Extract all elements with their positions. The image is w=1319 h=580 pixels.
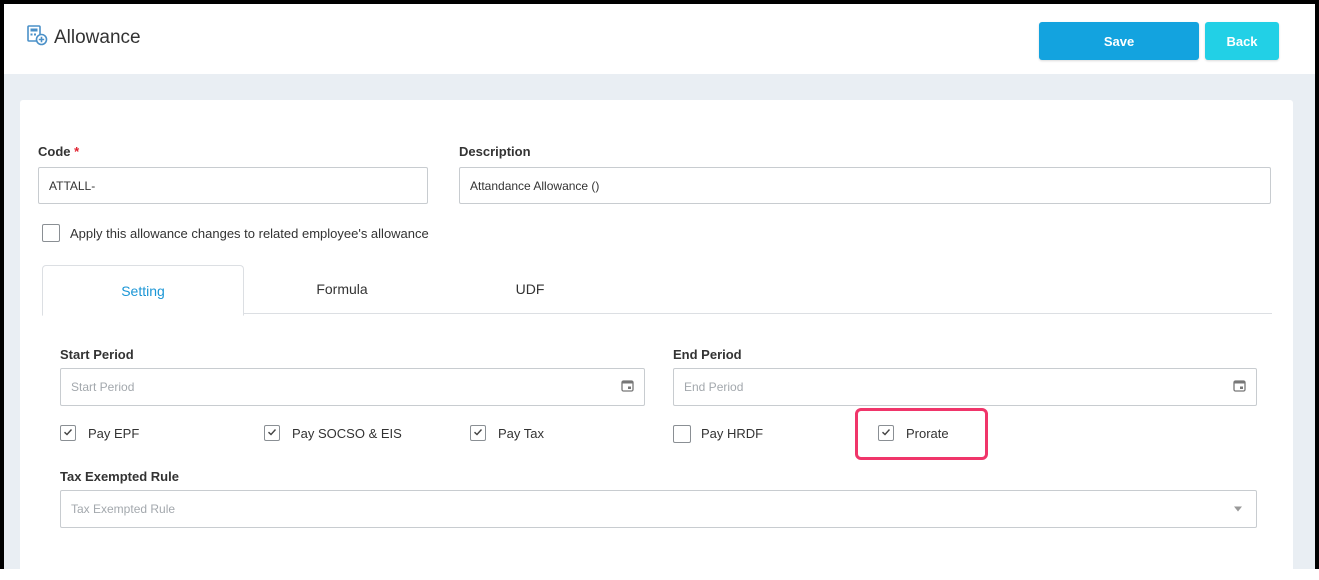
start-period-input[interactable]: Start Period [60, 368, 645, 406]
pay-socso-eis-label: Pay SOCSO & EIS [292, 426, 402, 441]
calendar-icon[interactable] [1233, 379, 1246, 395]
pay-hrdf-checkbox[interactable] [673, 425, 691, 443]
check-icon [473, 424, 483, 442]
pay-epf-label: Pay EPF [88, 426, 140, 441]
tab-formula[interactable]: Formula [282, 265, 402, 313]
tab-udf[interactable]: UDF [490, 265, 570, 313]
save-button[interactable]: Save [1039, 22, 1199, 60]
page-title: Allowance [26, 24, 141, 52]
pay-socso-eis-checkbox[interactable] [264, 425, 280, 441]
chevron-down-icon[interactable] [1234, 506, 1242, 512]
code-label-text: Code [38, 144, 71, 159]
tax-exempted-rule-select[interactable]: Tax Exempted Rule [60, 490, 1257, 528]
pay-epf-checkbox[interactable] [60, 425, 76, 441]
calendar-icon[interactable] [621, 379, 634, 395]
prorate-highlight-box [855, 408, 988, 460]
form-card: Code * ATTALL- Description Attandance Al… [20, 100, 1293, 580]
pay-hrdf-label: Pay HRDF [701, 426, 764, 441]
check-icon [267, 424, 277, 442]
tax-exempted-rule-label: Tax Exempted Rule [60, 469, 179, 484]
page-title-text: Allowance [54, 27, 141, 48]
code-input-value: ATTALL- [49, 178, 96, 193]
calculator-add-icon [26, 24, 54, 52]
end-period-placeholder: End Period [684, 380, 744, 394]
start-period-label: Start Period [60, 347, 134, 362]
apply-changes-checkbox[interactable] [42, 224, 60, 242]
pay-tax-checkbox[interactable] [470, 425, 486, 441]
pay-tax-label: Pay Tax [498, 426, 545, 441]
app-frame: Allowance Save Back Code * ATTALL- Descr… [0, 0, 1319, 580]
required-mark: * [74, 144, 80, 159]
check-icon [63, 424, 73, 442]
back-button[interactable]: Back [1205, 22, 1279, 60]
description-input[interactable]: Attandance Allowance () [459, 167, 1271, 204]
code-input[interactable]: ATTALL- [38, 167, 428, 204]
page-header: Allowance Save Back [4, 4, 1315, 74]
description-input-value: Attandance Allowance () [470, 178, 600, 193]
code-label: Code * [38, 144, 79, 159]
end-period-label: End Period [673, 347, 742, 362]
description-label: Description [459, 144, 531, 159]
tab-setting[interactable]: Setting [42, 265, 244, 316]
apply-changes-label: Apply this allowance changes to related … [70, 226, 429, 241]
start-period-placeholder: Start Period [71, 380, 135, 394]
end-period-input[interactable]: End Period [673, 368, 1257, 406]
tax-exempted-rule-placeholder: Tax Exempted Rule [71, 502, 176, 516]
